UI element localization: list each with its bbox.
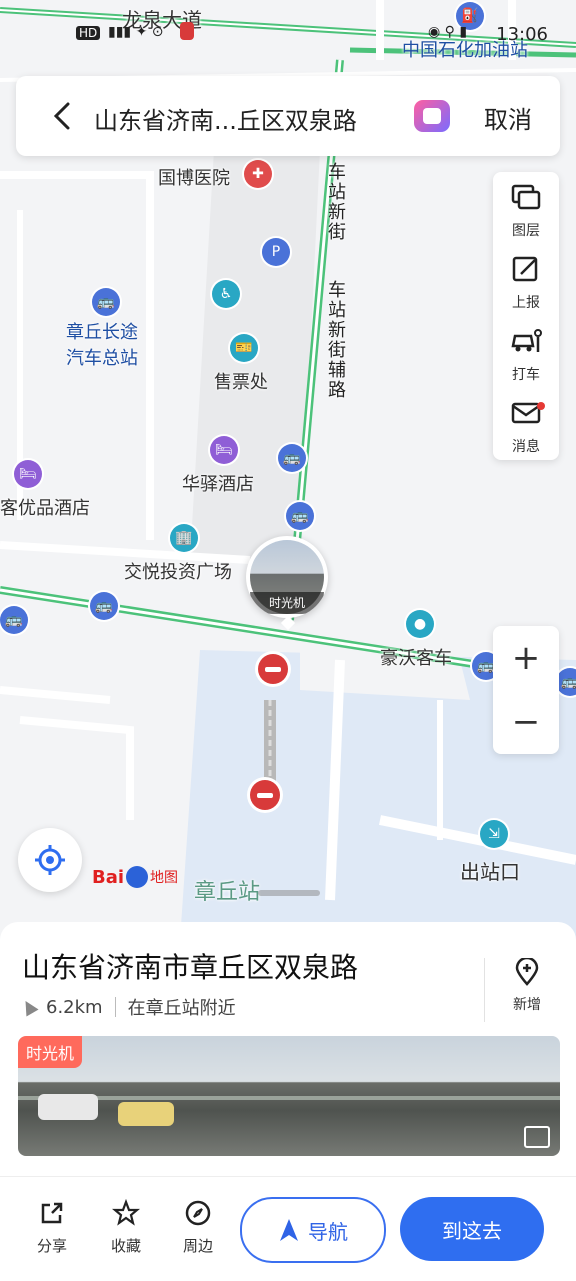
no-entry-icon [250, 780, 280, 810]
place-card[interactable]: 山东省济南市章丘区双泉路 6.2km 在章丘站附近 新增 时光机 [0, 922, 576, 1176]
photo-tag: 时光机 [18, 1036, 83, 1068]
tool-label: 打车 [512, 367, 540, 383]
tool-label: 上报 [512, 295, 540, 311]
status-icons: ◉ ⚲ ▮ [428, 24, 468, 40]
poi-label-hospital[interactable]: 国博医院 [158, 164, 230, 190]
road-label-chezhan-xinjie: 车站新街 [325, 162, 346, 242]
search-query[interactable]: 山东省济南...丘区双泉路 [94, 101, 357, 136]
signal-icon: ▮▮▮ ✦ ⊙ [108, 24, 164, 40]
bus-station-icon[interactable]: 🚌 [92, 288, 120, 316]
mic-indicator-icon [180, 22, 194, 40]
favorite-label: 收藏 [110, 1237, 141, 1255]
map-tools-panel: 图层 上报 打车 消息 [493, 172, 559, 460]
tool-layers[interactable]: 图层 [493, 172, 559, 242]
zoom-control: + − [493, 626, 559, 754]
exit-icon[interactable]: ⇲ [480, 820, 508, 848]
parking-icon[interactable]: P [262, 238, 290, 266]
street-view-bubble[interactable]: 时光机 [246, 536, 328, 618]
locate-me-button[interactable] [18, 828, 82, 892]
ticket-icon[interactable]: 🎫 [230, 334, 258, 362]
street-view-photo[interactable]: 时光机 [18, 1036, 560, 1156]
tool-label: 消息 [512, 439, 540, 455]
navigation-arrow-icon [280, 1219, 298, 1241]
poi-label-exit[interactable]: 出站口 [460, 856, 520, 885]
crosshair-icon [35, 845, 65, 875]
bus-stop-icon[interactable]: 🚌 [286, 502, 314, 530]
bus-stop-icon[interactable]: 🚌 [278, 444, 306, 472]
tool-label: 图层 [512, 223, 540, 239]
street-view-caption: 时光机 [250, 592, 324, 614]
share-label: 分享 [36, 1237, 67, 1255]
bus-stop-icon[interactable]: 🚌 [0, 606, 28, 634]
add-location-icon [515, 956, 539, 986]
direction-arrow-icon [19, 997, 39, 1017]
place-title: 山东省济南市章丘区双泉路 [22, 951, 359, 984]
baidu-logo: Bai 地图 [92, 866, 179, 888]
bus-stop-icon[interactable]: 🚌 [556, 668, 576, 696]
poi-label-plaza[interactable]: 交悦投资广场 [124, 558, 232, 584]
sheet-drag-handle[interactable] [258, 890, 320, 896]
star-icon [111, 1198, 141, 1226]
restroom-icon[interactable]: ♿ [212, 280, 240, 308]
unread-dot [537, 402, 545, 410]
share-button[interactable]: 分享 [22, 1199, 82, 1256]
ai-assistant-icon[interactable] [414, 100, 450, 132]
navigate-button[interactable]: 导航 [240, 1197, 386, 1263]
layers-icon [511, 184, 541, 210]
hospital-icon[interactable]: ✚ [244, 160, 272, 188]
nearby-label: 周边 [182, 1237, 213, 1255]
hotel-icon[interactable]: 🛏 [14, 460, 42, 488]
building-icon[interactable]: 🏢 [170, 524, 198, 552]
no-entry-icon [258, 654, 288, 684]
place-meta: 6.2km 在章丘站附近 [19, 994, 236, 1020]
fullscreen-icon[interactable] [524, 1126, 550, 1148]
bus-stop-icon[interactable]: 🚌 [90, 592, 118, 620]
poi-label-ticket-office[interactable]: 售票处 [214, 368, 268, 394]
poi-label-hotel[interactable]: 华驿酒店 [182, 470, 254, 496]
station-label[interactable]: 章丘站 [194, 874, 260, 906]
add-place-button[interactable]: 新增 [484, 956, 569, 1022]
message-icon [511, 402, 541, 424]
add-place-label: 新增 [513, 997, 541, 1013]
compass-icon [185, 1200, 211, 1226]
zoom-in-button[interactable]: + [493, 626, 559, 690]
go-here-label: 到这去 [442, 1218, 502, 1243]
baidu-map-label: 地图 [150, 870, 179, 886]
taxi-icon [511, 329, 542, 352]
search-bar[interactable]: 山东省济南...丘区双泉路 取消 [16, 76, 560, 156]
cancel-button[interactable]: 取消 [484, 100, 532, 135]
clock: 13:06 [496, 24, 548, 45]
hotel-icon[interactable]: 🛏 [210, 436, 238, 464]
place-nearby: 在章丘站附近 [127, 998, 236, 1019]
tool-report[interactable]: 上报 [493, 244, 559, 314]
network-badge: HD [76, 26, 101, 40]
bottom-action-bar: 分享 收藏 周边 导航 到这去 [0, 1176, 576, 1281]
zoom-out-button[interactable]: − [493, 690, 559, 754]
tool-messages[interactable]: 消息 [493, 388, 559, 458]
nearby-button[interactable]: 周边 [168, 1199, 228, 1256]
poi-label-bus-station[interactable]: 章丘长途 汽车总站 [66, 320, 138, 372]
status-bar: HD ▮▮▮ ✦ ⊙ ◉ ⚲ ▮ 13:06 [0, 0, 576, 45]
back-arrow-icon[interactable] [46, 98, 82, 134]
favorite-button[interactable]: 收藏 [96, 1198, 156, 1256]
place-distance: 6.2km [46, 996, 103, 1018]
poi-dot-icon[interactable]: ● [406, 610, 434, 638]
navigate-label: 导航 [308, 1219, 348, 1244]
poi-label-haowo[interactable]: 豪沃客车 [380, 644, 452, 670]
road-label-chezhan-fulu: 车站新街辅路 [325, 280, 346, 400]
tool-taxi[interactable]: 打车 [493, 316, 559, 386]
report-icon [512, 256, 538, 282]
share-icon [41, 1202, 63, 1224]
poi-label-hotel-2[interactable]: 客优品酒店 [0, 494, 90, 520]
go-here-button[interactable]: 到这去 [400, 1197, 544, 1261]
